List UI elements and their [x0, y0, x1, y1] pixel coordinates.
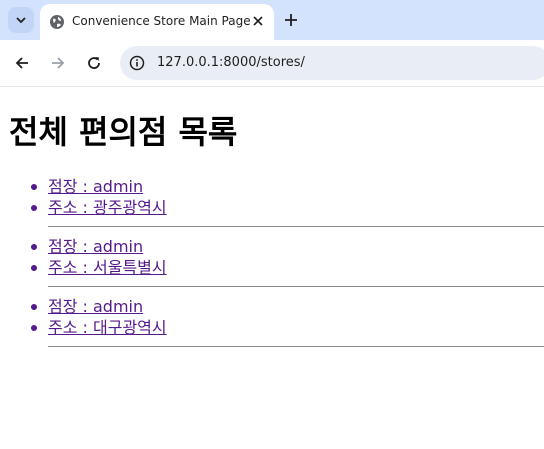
active-tab[interactable]: Convenience Store Main Page	[40, 4, 274, 40]
page-title: 전체 편의점 목록	[9, 113, 238, 151]
info-icon	[129, 55, 145, 71]
globe-icon	[50, 15, 64, 29]
divider	[48, 226, 544, 227]
store-entry: 점장 : admin 주소 : 대구광역시	[31, 296, 544, 347]
store-address-link[interactable]: 주소 : 광주광역시	[48, 198, 167, 217]
store-entry: 점장 : admin 주소 : 광주광역시	[31, 176, 544, 227]
store-manager-link[interactable]: 점장 : admin	[48, 297, 143, 316]
plus-icon	[285, 14, 297, 26]
forward-button[interactable]	[48, 53, 68, 73]
store-address-link[interactable]: 주소 : 서울특별시	[48, 258, 167, 277]
reload-icon	[88, 57, 100, 69]
arrow-left-icon	[15, 57, 28, 69]
tab-search-button[interactable]	[8, 7, 34, 33]
bullet-icon	[31, 325, 37, 331]
list-item: 주소 : 서울특별시	[31, 257, 544, 278]
bullet-icon	[31, 244, 37, 250]
site-info-button[interactable]	[128, 54, 146, 72]
tab-close-button[interactable]	[250, 13, 266, 29]
browser-toolbar: 127.0.0.1:8000/stores/	[0, 40, 544, 87]
tab-strip: Convenience Store Main Page	[0, 0, 544, 40]
list-item: 점장 : admin	[31, 236, 544, 257]
list-item: 주소 : 광주광역시	[31, 197, 544, 218]
page-content: 전체 편의점 목록 점장 : admin 주소 : 광주광역시 점장 : adm…	[0, 87, 544, 449]
store-details-list: 점장 : admin 주소 : 서울특별시	[31, 236, 544, 278]
divider	[48, 346, 544, 347]
tab-title: Convenience Store Main Page	[72, 14, 251, 28]
list-item: 주소 : 대구광역시	[31, 317, 544, 338]
store-entry: 점장 : admin 주소 : 서울특별시	[31, 236, 544, 287]
bullet-icon	[31, 265, 37, 271]
store-details-list: 점장 : admin 주소 : 광주광역시	[31, 176, 544, 218]
store-details-list: 점장 : admin 주소 : 대구광역시	[31, 296, 544, 338]
new-tab-button[interactable]	[282, 11, 300, 29]
reload-button[interactable]	[84, 53, 104, 73]
arrow-right-icon	[52, 57, 65, 69]
bullet-icon	[31, 184, 37, 190]
bullet-icon	[31, 205, 37, 211]
bullet-icon	[31, 304, 37, 310]
back-button[interactable]	[12, 53, 32, 73]
url-text[interactable]: 127.0.0.1:8000/stores/	[157, 55, 305, 70]
address-bar[interactable]: 127.0.0.1:8000/stores/	[120, 46, 544, 80]
list-item: 점장 : admin	[31, 176, 544, 197]
store-manager-link[interactable]: 점장 : admin	[48, 177, 143, 196]
close-icon	[253, 16, 263, 26]
store-manager-link[interactable]: 점장 : admin	[48, 237, 143, 256]
divider	[48, 286, 544, 287]
chevron-down-icon	[16, 17, 26, 24]
list-item: 점장 : admin	[31, 296, 544, 317]
store-address-link[interactable]: 주소 : 대구광역시	[48, 318, 167, 337]
